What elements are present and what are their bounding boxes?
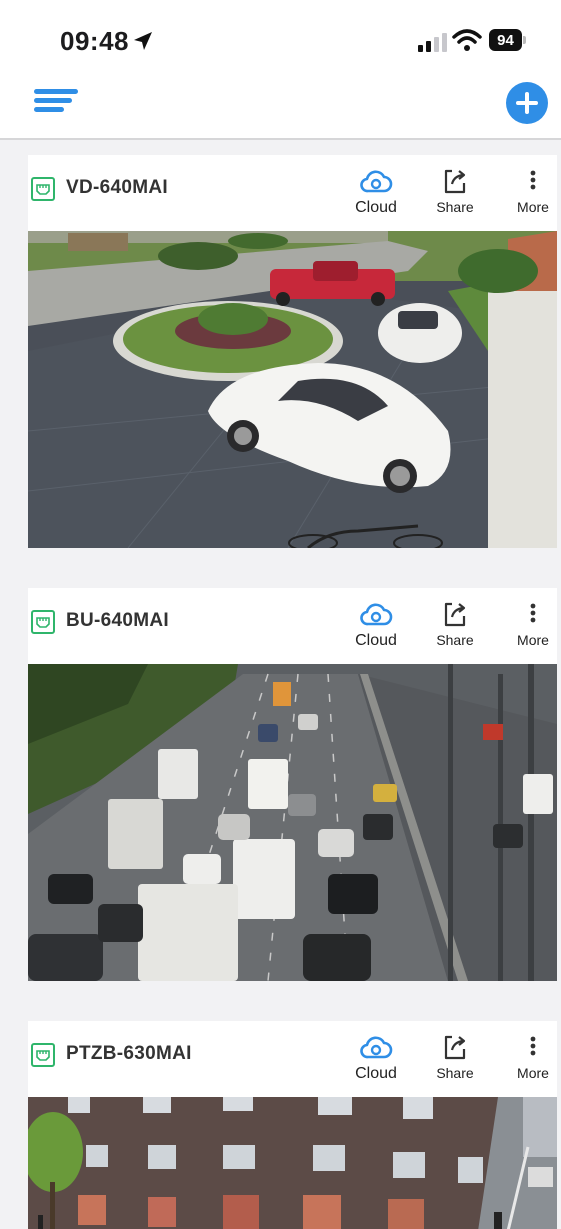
cellular-signal-icon [418,33,447,52]
camera-card: VD-640MAI Cloud Share More [28,155,557,548]
more-button[interactable]: More [510,167,556,223]
more-label: More [517,632,549,648]
cloud-icon [360,603,393,626]
more-vertical-icon [530,1036,536,1056]
status-bar: 09:48 94 [0,0,561,80]
share-button[interactable]: Share [430,167,480,223]
more-button[interactable]: More [510,1033,556,1089]
add-device-plus-icon[interactable] [506,82,548,124]
share-icon [444,602,466,627]
hamburger-menu-icon[interactable] [34,83,78,117]
camera-feed-driveway[interactable] [28,231,557,548]
device-list: VD-640MAI Cloud Share More BU-640MAI Clo… [0,140,561,1229]
camera-card: BU-640MAI Cloud Share More [28,588,557,981]
camera-card-header: BU-640MAI Cloud Share More [28,588,557,664]
battery-level: 94 [489,29,522,51]
cloud-label: Cloud [355,632,397,649]
more-label: More [517,199,549,215]
share-label: Share [436,1065,474,1081]
status-time: 09:48 [60,26,129,56]
cloud-button[interactable]: Cloud [351,1033,401,1089]
cloud-label: Cloud [355,1065,397,1082]
ethernet-port-icon [31,1043,55,1067]
nav-bar [0,70,561,140]
share-button[interactable]: Share [430,1033,480,1089]
camera-name: BU-640MAI [66,610,169,631]
camera-card-header: VD-640MAI Cloud Share More [28,155,557,231]
share-label: Share [436,199,474,215]
ethernet-port-icon [31,177,55,201]
cloud-button[interactable]: Cloud [351,167,401,223]
more-button[interactable]: More [510,600,556,656]
camera-name: PTZB-630MAI [66,1043,192,1064]
more-vertical-icon [530,170,536,190]
battery-icon: 94 [489,29,527,51]
camera-feed-highway[interactable] [28,664,557,981]
cloud-icon [360,1036,393,1059]
cloud-button[interactable]: Cloud [351,600,401,656]
camera-feed-building[interactable] [28,1097,557,1229]
ethernet-port-icon [31,610,55,634]
battery-tip [523,36,526,44]
camera-name: VD-640MAI [66,177,168,198]
camera-card: PTZB-630MAI Cloud Share More [28,1021,557,1229]
more-vertical-icon [530,603,536,623]
cloud-icon [360,170,393,193]
share-icon [444,169,466,194]
more-label: More [517,1065,549,1081]
camera-card-header: PTZB-630MAI Cloud Share More [28,1021,557,1097]
share-button[interactable]: Share [430,600,480,656]
share-icon [444,1035,466,1060]
wifi-icon [452,29,482,51]
share-label: Share [436,632,474,648]
cloud-label: Cloud [355,199,397,216]
location-arrow-icon [134,32,152,50]
